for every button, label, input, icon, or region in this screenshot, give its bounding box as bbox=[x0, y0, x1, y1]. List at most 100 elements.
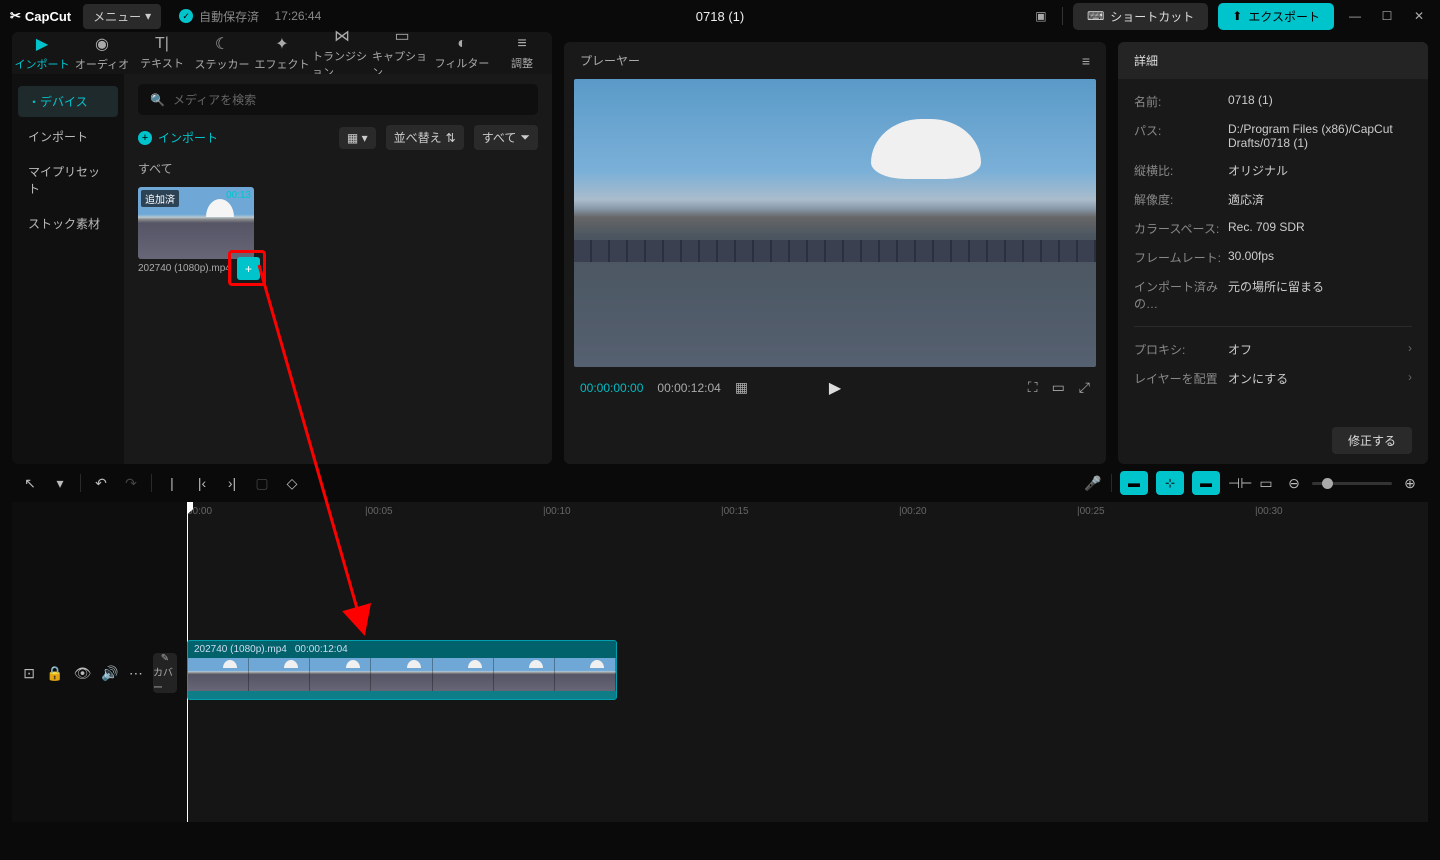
pointer-tool[interactable]: ↖ bbox=[20, 475, 40, 492]
project-title: 0718 (1) bbox=[696, 9, 744, 24]
redo-button[interactable]: ↷ bbox=[121, 475, 141, 492]
split-tool[interactable]: | bbox=[162, 475, 182, 491]
detail-val-aspect: オリジナル bbox=[1228, 162, 1412, 179]
detail-val-framerate: 30.00fps bbox=[1228, 249, 1412, 266]
import-icon: ▶ bbox=[36, 34, 48, 54]
zoom-out-icon[interactable]: ⊖ bbox=[1284, 475, 1304, 492]
layout-icon[interactable]: ▣ bbox=[1030, 5, 1052, 27]
more-icon[interactable]: ⋯ bbox=[129, 665, 143, 682]
tab-effect[interactable]: ✦エフェクト bbox=[252, 32, 312, 74]
detail-key-path: パス: bbox=[1134, 122, 1228, 150]
mute-icon[interactable]: 🔊 bbox=[101, 665, 118, 682]
ratio-icon[interactable]: ▭ bbox=[1052, 379, 1065, 396]
media-sidebar: ・デバイス インポート マイプリセット ストック素材 bbox=[12, 74, 124, 464]
focus-icon[interactable]: ⛶ bbox=[1028, 379, 1038, 396]
fullscreen-icon[interactable]: ⤢ bbox=[1079, 379, 1090, 396]
add-to-timeline-button[interactable]: + bbox=[237, 257, 260, 280]
magnet-toggle-3[interactable]: ▬ bbox=[1192, 471, 1220, 495]
timeline-ruler[interactable]: 00:00 |00:05 |00:10 |00:15 |00:20 |00:25… bbox=[187, 502, 1428, 524]
filter-icon: ◐ bbox=[457, 35, 467, 53]
sticker-icon: ☾ bbox=[215, 34, 229, 54]
search-input[interactable]: 🔍メディアを検索 bbox=[138, 84, 538, 115]
split-right-tool[interactable]: ›| bbox=[222, 475, 242, 491]
sidebar-item-preset[interactable]: マイプリセット bbox=[18, 156, 118, 204]
detail-key-aspect: 縦横比: bbox=[1134, 162, 1228, 179]
app-logo: CapCut bbox=[10, 8, 71, 24]
sidebar-item-stock[interactable]: ストック素材 bbox=[18, 208, 118, 239]
tab-adjust[interactable]: ≡調整 bbox=[492, 32, 552, 74]
detail-header: 詳細 bbox=[1118, 42, 1428, 79]
preview-icon[interactable]: ▭ bbox=[1256, 475, 1276, 492]
detail-key-imported: インポート済みの… bbox=[1134, 278, 1228, 312]
check-icon: ✓ bbox=[179, 9, 193, 23]
detail-val-layer[interactable]: オンにする bbox=[1228, 370, 1408, 387]
player-title: プレーヤー bbox=[580, 52, 640, 69]
import-media-button[interactable]: +インポート bbox=[138, 129, 218, 146]
added-badge: 追加済 bbox=[141, 190, 179, 207]
pencil-icon: ✎ bbox=[161, 653, 169, 664]
main-tab-strip: ▶インポート ◉オーディオ T|テキスト ☾ステッカー ✦エフェクト ⋈トランジ… bbox=[12, 32, 552, 74]
zoom-slider[interactable] bbox=[1312, 482, 1392, 485]
player-menu-icon[interactable]: ≡ bbox=[1082, 53, 1090, 69]
tab-text[interactable]: T|テキスト bbox=[132, 32, 192, 74]
detail-val-proxy[interactable]: オフ bbox=[1228, 341, 1408, 358]
media-thumbnail[interactable]: 追加済 00:13 + 202740 (1080p).mp4 bbox=[138, 187, 254, 274]
detail-key-name: 名前: bbox=[1134, 93, 1228, 110]
sidebar-item-device[interactable]: ・デバイス bbox=[18, 86, 118, 117]
fix-button[interactable]: 修正する bbox=[1332, 427, 1412, 454]
player-viewport[interactable] bbox=[574, 79, 1096, 367]
tab-sticker[interactable]: ☾ステッカー bbox=[192, 32, 252, 74]
lock-icon[interactable]: 🔒 bbox=[46, 665, 63, 682]
menu-button[interactable]: メニュー▾ bbox=[83, 4, 161, 29]
duration-label: 00:13 bbox=[226, 190, 251, 201]
compare-icon[interactable]: ▦ bbox=[735, 379, 748, 396]
export-button[interactable]: ⬆エクスポート bbox=[1218, 3, 1334, 30]
delete-tool[interactable]: ▢ bbox=[252, 475, 272, 492]
track-collapse-icon[interactable]: ⊡ bbox=[22, 665, 36, 682]
minimize-button[interactable]: — bbox=[1344, 5, 1366, 27]
align-icon[interactable]: ⊣⊢ bbox=[1228, 475, 1248, 492]
split-left-tool[interactable]: |‹ bbox=[192, 475, 212, 491]
search-icon: 🔍 bbox=[150, 93, 165, 107]
play-button[interactable]: ▶ bbox=[829, 378, 841, 398]
sidebar-item-import[interactable]: インポート bbox=[18, 121, 118, 152]
transition-icon: ⋈ bbox=[334, 26, 350, 46]
detail-val-imported: 元の場所に留まる bbox=[1228, 278, 1412, 312]
detail-val-path: D:/Program Files (x86)/CapCut Drafts/071… bbox=[1228, 122, 1412, 150]
timeline-clip[interactable]: 202740 (1080p).mp4 00:00:12:04 bbox=[187, 640, 617, 700]
filter-all-button[interactable]: すべて ⏷ bbox=[474, 125, 538, 150]
filter-label: すべて bbox=[138, 160, 538, 177]
tab-import[interactable]: ▶インポート bbox=[12, 32, 72, 74]
marker-tool[interactable]: ◇ bbox=[282, 475, 302, 492]
text-icon: T| bbox=[155, 35, 169, 53]
zoom-in-icon[interactable]: ⊕ bbox=[1400, 475, 1420, 492]
timecode-current: 00:00:00:00 bbox=[580, 381, 643, 395]
detail-key-resolution: 解像度: bbox=[1134, 191, 1228, 208]
tab-caption[interactable]: ▭キャプション bbox=[372, 32, 432, 74]
maximize-button[interactable]: ☐ bbox=[1376, 5, 1398, 27]
mic-icon[interactable]: 🎤 bbox=[1083, 475, 1103, 492]
magnet-toggle-1[interactable]: ▬ bbox=[1120, 471, 1148, 495]
chevron-right-icon[interactable]: › bbox=[1408, 370, 1412, 387]
sort-button[interactable]: 並べ替え ⇅ bbox=[386, 125, 464, 150]
undo-button[interactable]: ↶ bbox=[91, 475, 111, 492]
chevron-right-icon[interactable]: › bbox=[1408, 341, 1412, 358]
keyboard-icon: ⌨ bbox=[1087, 9, 1104, 23]
detail-key-layer: レイヤーを配置 bbox=[1134, 370, 1228, 387]
close-button[interactable]: ✕ bbox=[1408, 5, 1430, 27]
caption-icon: ▭ bbox=[394, 26, 409, 46]
cover-button[interactable]: ✎カバー bbox=[153, 653, 177, 693]
detail-key-framerate: フレームレート: bbox=[1134, 249, 1228, 266]
magnet-toggle-2[interactable]: ⊹ bbox=[1156, 471, 1184, 495]
tab-audio[interactable]: ◉オーディオ bbox=[72, 32, 132, 74]
timecode-total: 00:00:12:04 bbox=[657, 381, 720, 395]
tool-dropdown[interactable]: ▾ bbox=[50, 475, 70, 492]
eye-icon[interactable]: 👁 bbox=[74, 665, 92, 682]
detail-key-proxy: プロキシ: bbox=[1134, 341, 1228, 358]
tab-transition[interactable]: ⋈トランジション bbox=[312, 32, 372, 74]
autosave-status: ✓ 自動保存済 17:26:44 bbox=[179, 8, 321, 25]
shortcut-button[interactable]: ⌨ショートカット bbox=[1073, 3, 1208, 30]
tab-filter[interactable]: ◐フィルター bbox=[432, 32, 492, 74]
view-mode-toggle[interactable]: ▦ ▾ bbox=[339, 127, 376, 149]
clip-name: 202740 (1080p).mp4 bbox=[194, 644, 287, 655]
